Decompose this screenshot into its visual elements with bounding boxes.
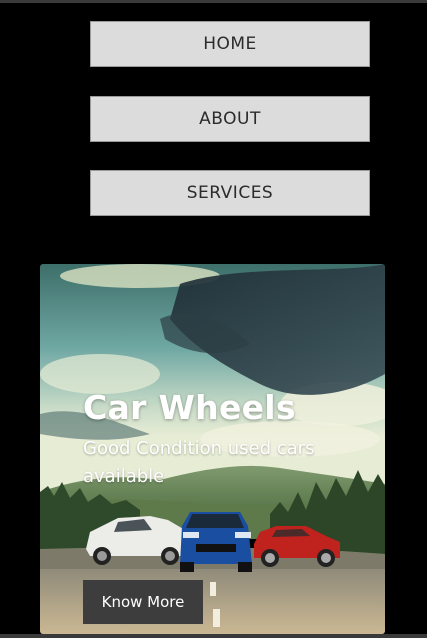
know-more-button[interactable]: Know More [83,580,203,624]
hero-banner: Car Wheels Good Condition used cars avai… [40,264,385,634]
home-nav-button[interactable]: HOME [90,21,370,67]
services-nav-button[interactable]: SERVICES [90,170,370,216]
bottom-border [0,634,427,638]
top-border [0,0,427,3]
hero-subtitle: Good Condition used cars available [83,438,315,487]
hero-title: Car Wheels [83,388,296,427]
about-nav-button[interactable]: ABOUT [90,96,370,142]
